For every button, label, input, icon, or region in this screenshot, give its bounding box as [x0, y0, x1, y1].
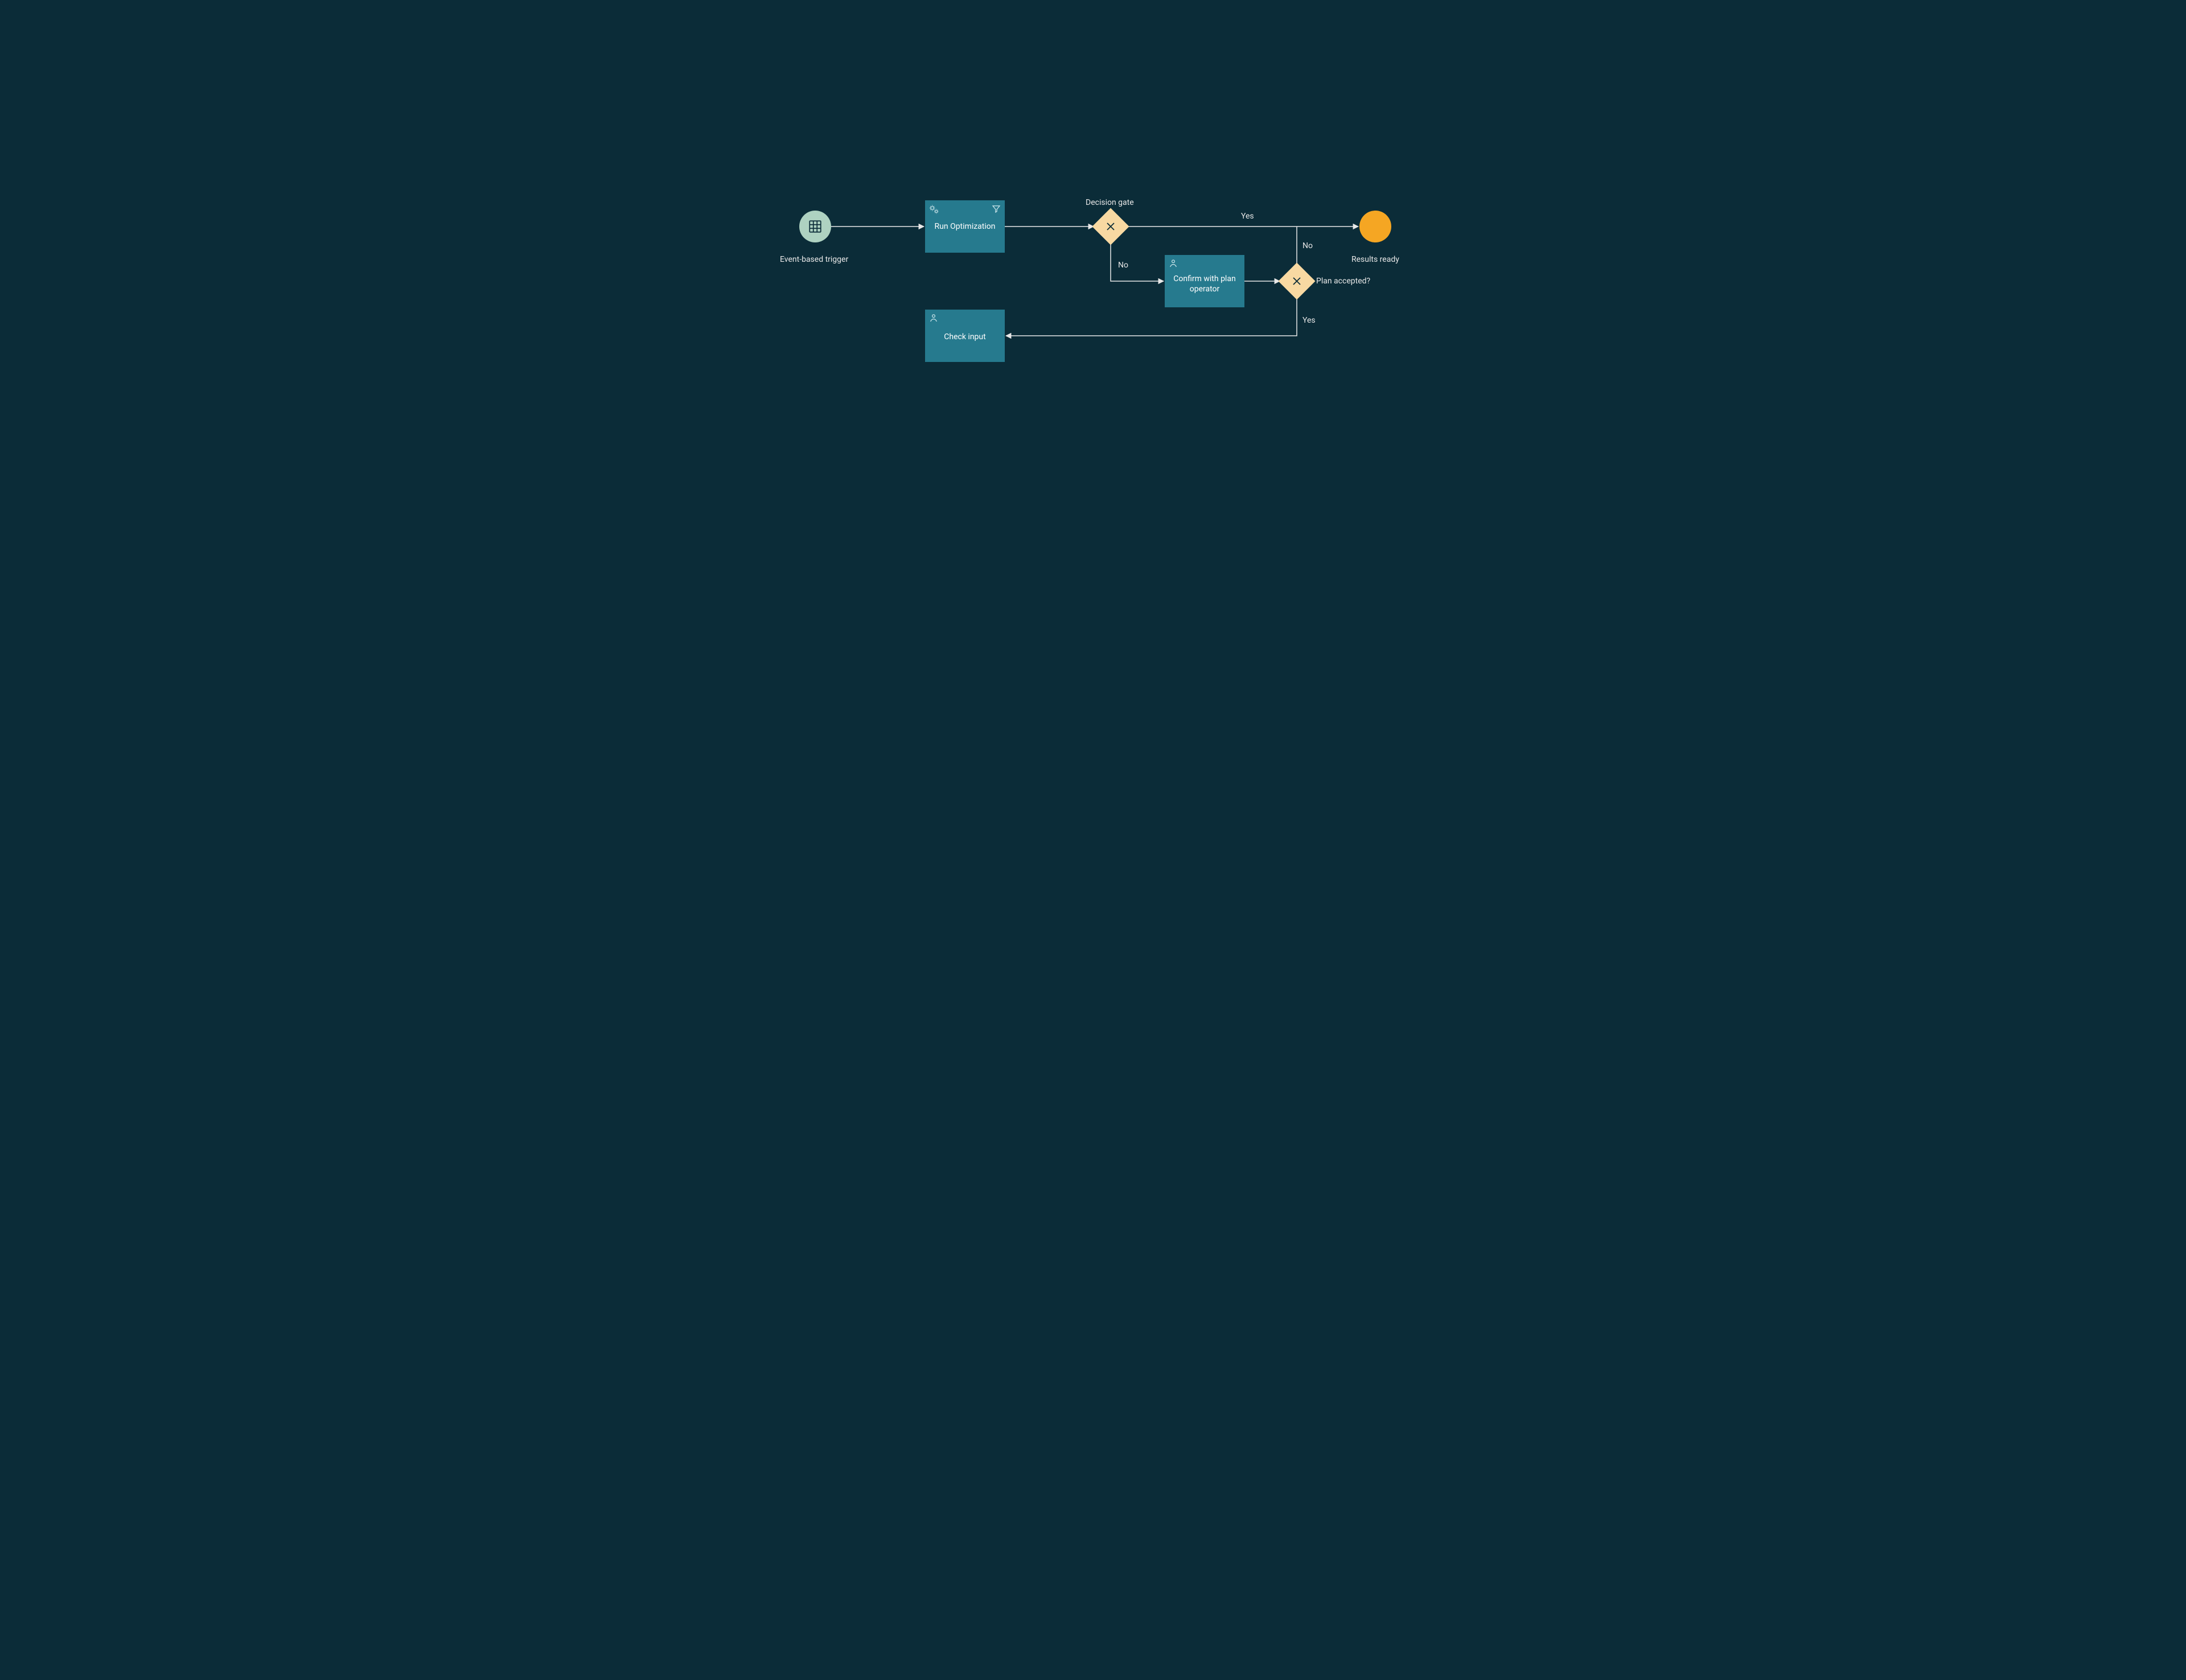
end-event-label: Results ready: [1351, 255, 1399, 264]
task-check-input[interactable]: Check input: [925, 310, 1005, 362]
gateway-plan-accepted-label: Plan accepted?: [1316, 277, 1370, 286]
edge-label-accepted-no: No: [1302, 241, 1313, 250]
grid-icon: [808, 219, 823, 234]
task-confirm-with-plan-operator[interactable]: Confirm with plan operator: [1165, 255, 1244, 307]
gears-icon: [928, 204, 940, 217]
user-icon: [928, 313, 939, 326]
gateway-decision-gate[interactable]: [1098, 213, 1124, 240]
x-icon: [1098, 213, 1124, 240]
task-confirm-label: Confirm with plan operator: [1165, 274, 1244, 294]
workflow-canvas[interactable]: Event-based trigger Run Optimization Dec…: [729, 0, 1457, 560]
task-check-input-label: Check input: [925, 332, 1005, 343]
start-event-label: Event-based trigger: [780, 255, 848, 264]
user-icon: [1168, 258, 1178, 271]
filter-icon: [991, 204, 1001, 216]
edge-accepted-yes: [1006, 298, 1297, 336]
edge-label-gate-yes: Yes: [1241, 212, 1254, 221]
gateway-plan-accepted[interactable]: [1284, 268, 1310, 294]
edge-label-gate-no: No: [1118, 261, 1128, 270]
gateway-decision-gate-label: Decision gate: [1086, 198, 1134, 207]
edge-label-accepted-yes: Yes: [1302, 316, 1316, 325]
start-event[interactable]: [799, 211, 831, 242]
x-icon: [1284, 268, 1310, 294]
end-event[interactable]: [1359, 211, 1391, 242]
task-run-optimization[interactable]: Run Optimization: [925, 200, 1005, 253]
task-run-optimization-label: Run Optimization: [925, 222, 1005, 232]
